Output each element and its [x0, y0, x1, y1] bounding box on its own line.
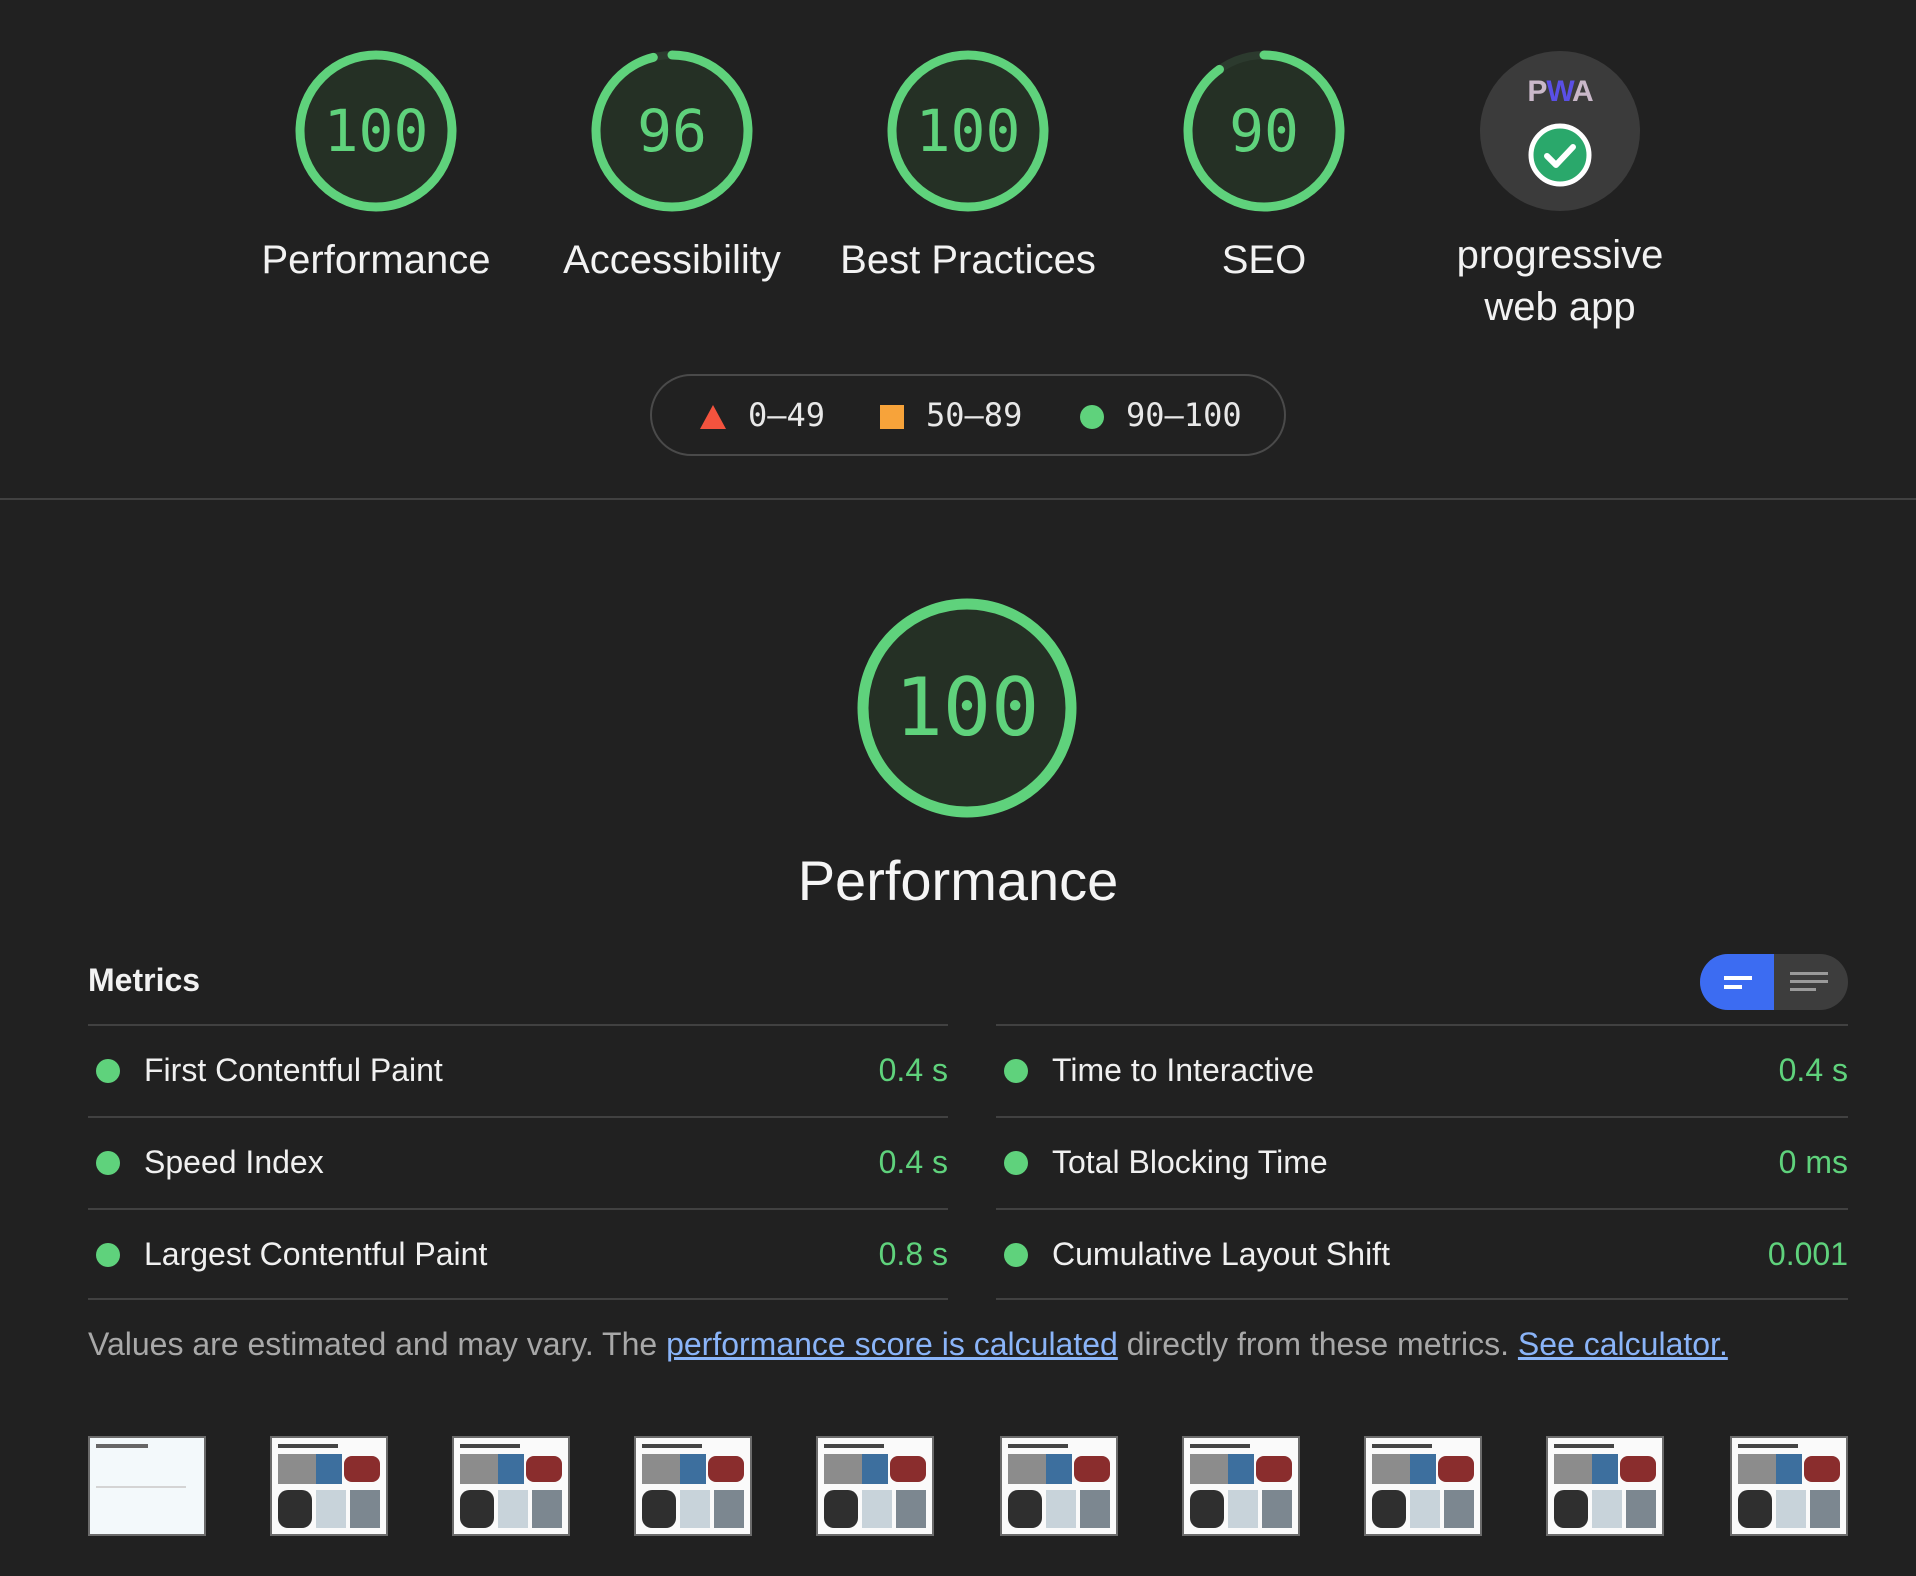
- pass-dot-icon: [96, 1243, 120, 1267]
- metrics-column-left: First Contentful Paint 0.4 s Speed Index…: [88, 1024, 948, 1300]
- metric-row[interactable]: Speed Index 0.4 s: [88, 1116, 948, 1208]
- filmstrip-frame: [1730, 1436, 1848, 1536]
- score-legend: 0–49 50–89 90–100: [650, 374, 1286, 456]
- filmstrip-frame: [1364, 1436, 1482, 1536]
- metric-name: First Contentful Paint: [144, 1052, 443, 1088]
- metrics-heading: Metrics: [88, 962, 201, 998]
- pwa-label-line2: web app: [1484, 285, 1636, 329]
- metric-value: 0 ms: [1778, 1144, 1848, 1180]
- filmstrip-frame: [1000, 1436, 1118, 1536]
- gauge-accessibility[interactable]: 96 Accessibility: [522, 48, 822, 286]
- filmstrip-frame: [452, 1436, 570, 1536]
- circle-icon: [1080, 405, 1104, 429]
- metric-value: 0.4 s: [1778, 1052, 1848, 1088]
- pwa-label-line1: progressive: [1456, 233, 1664, 277]
- compact-view-button[interactable]: [1700, 954, 1774, 1010]
- score-label: Performance: [261, 238, 491, 282]
- metric-row[interactable]: Total Blocking Time 0 ms: [996, 1116, 1848, 1208]
- metric-row[interactable]: Cumulative Layout Shift 0.001: [996, 1208, 1848, 1300]
- filmstrip-frame: [1182, 1436, 1300, 1536]
- metric-value: 0.4 s: [878, 1052, 948, 1088]
- metric-row[interactable]: Largest Contentful Paint 0.8 s: [88, 1208, 948, 1300]
- score-label: SEO: [1221, 238, 1307, 282]
- metric-value: 0.4 s: [878, 1144, 948, 1180]
- filmstrip-frame: [816, 1436, 934, 1536]
- triangle-icon: [700, 405, 726, 429]
- metric-row[interactable]: First Contentful Paint 0.4 s: [88, 1024, 948, 1116]
- compact-view-icon: [1724, 976, 1752, 989]
- metrics-note: Values are estimated and may vary. The p…: [88, 1326, 1728, 1363]
- pass-dot-icon: [96, 1151, 120, 1175]
- performance-title: Performance: [797, 849, 1119, 912]
- performance-gauge: 100: [855, 596, 1079, 820]
- pass-dot-icon: [1004, 1151, 1028, 1175]
- pwa-logo: PWA: [1527, 75, 1593, 108]
- metrics-column-right: Time to Interactive 0.4 s Total Blocking…: [996, 1024, 1848, 1300]
- gauge-pwa[interactable]: PWA progressive web app: [1410, 48, 1710, 333]
- check-circle-icon: [1528, 123, 1592, 187]
- filmstrip-frame: [1546, 1436, 1664, 1536]
- metric-name: Total Blocking Time: [1052, 1144, 1328, 1180]
- performance-score-value: 100: [894, 661, 1040, 754]
- score-calculated-link[interactable]: performance score is calculated: [666, 1326, 1118, 1362]
- metric-row[interactable]: Time to Interactive 0.4 s: [996, 1024, 1848, 1116]
- pass-dot-icon: [96, 1059, 120, 1083]
- note-prefix: Values are estimated and may vary. The: [88, 1326, 667, 1362]
- expanded-view-button[interactable]: [1774, 954, 1848, 1010]
- score-ring: 96: [589, 48, 755, 214]
- score-value: 90: [1229, 97, 1299, 165]
- score-ring: 100: [885, 48, 1051, 214]
- filmstrip-frame: [634, 1436, 752, 1536]
- pass-dot-icon: [1004, 1243, 1028, 1267]
- filmstrip: [88, 1436, 1848, 1538]
- metric-name: Speed Index: [144, 1144, 324, 1180]
- note-middle: directly from these metrics.: [1117, 1326, 1518, 1362]
- metrics-view-toggle[interactable]: [1700, 954, 1848, 1010]
- legend-fail-range: 0–49: [748, 396, 826, 434]
- filmstrip-frame: [88, 1436, 206, 1536]
- legend-pass-range: 90–100: [1126, 396, 1242, 434]
- pass-dot-icon: [1004, 1059, 1028, 1083]
- score-value: 100: [323, 97, 429, 165]
- legend-average: 50–89: [880, 376, 1022, 454]
- score-value: 100: [915, 97, 1021, 165]
- legend-fail: 0–49: [700, 376, 825, 454]
- filmstrip-frame: [270, 1436, 388, 1536]
- gauge-seo[interactable]: 90 SEO: [1114, 48, 1414, 286]
- metric-value: 0.001: [1767, 1236, 1848, 1272]
- score-ring: 90: [1181, 48, 1347, 214]
- metric-name: Cumulative Layout Shift: [1052, 1236, 1390, 1272]
- metric-value: 0.8 s: [878, 1236, 948, 1272]
- legend-average-range: 50–89: [926, 396, 1023, 434]
- see-calculator-link[interactable]: See calculator.: [1518, 1326, 1728, 1362]
- metric-name: Largest Contentful Paint: [144, 1236, 488, 1272]
- category-scores: 100 Performance 96 Accessibility 100 Bes…: [0, 48, 1916, 348]
- gauge-performance[interactable]: 100 Performance: [226, 48, 526, 286]
- metric-name: Time to Interactive: [1052, 1052, 1315, 1088]
- score-label: Accessibility: [563, 238, 781, 282]
- score-value: 96: [637, 97, 707, 165]
- gauge-best-practices[interactable]: 100 Best Practices: [818, 48, 1118, 286]
- legend-pass: 90–100: [1080, 376, 1242, 454]
- score-ring: 100: [293, 48, 459, 214]
- expanded-view-icon: [1790, 972, 1828, 991]
- section-divider: [0, 498, 1916, 500]
- score-label: Best Practices: [840, 238, 1096, 282]
- score-label: progressive web app: [1410, 229, 1710, 333]
- pwa-badge: PWA: [1480, 51, 1640, 211]
- square-icon: [880, 405, 904, 429]
